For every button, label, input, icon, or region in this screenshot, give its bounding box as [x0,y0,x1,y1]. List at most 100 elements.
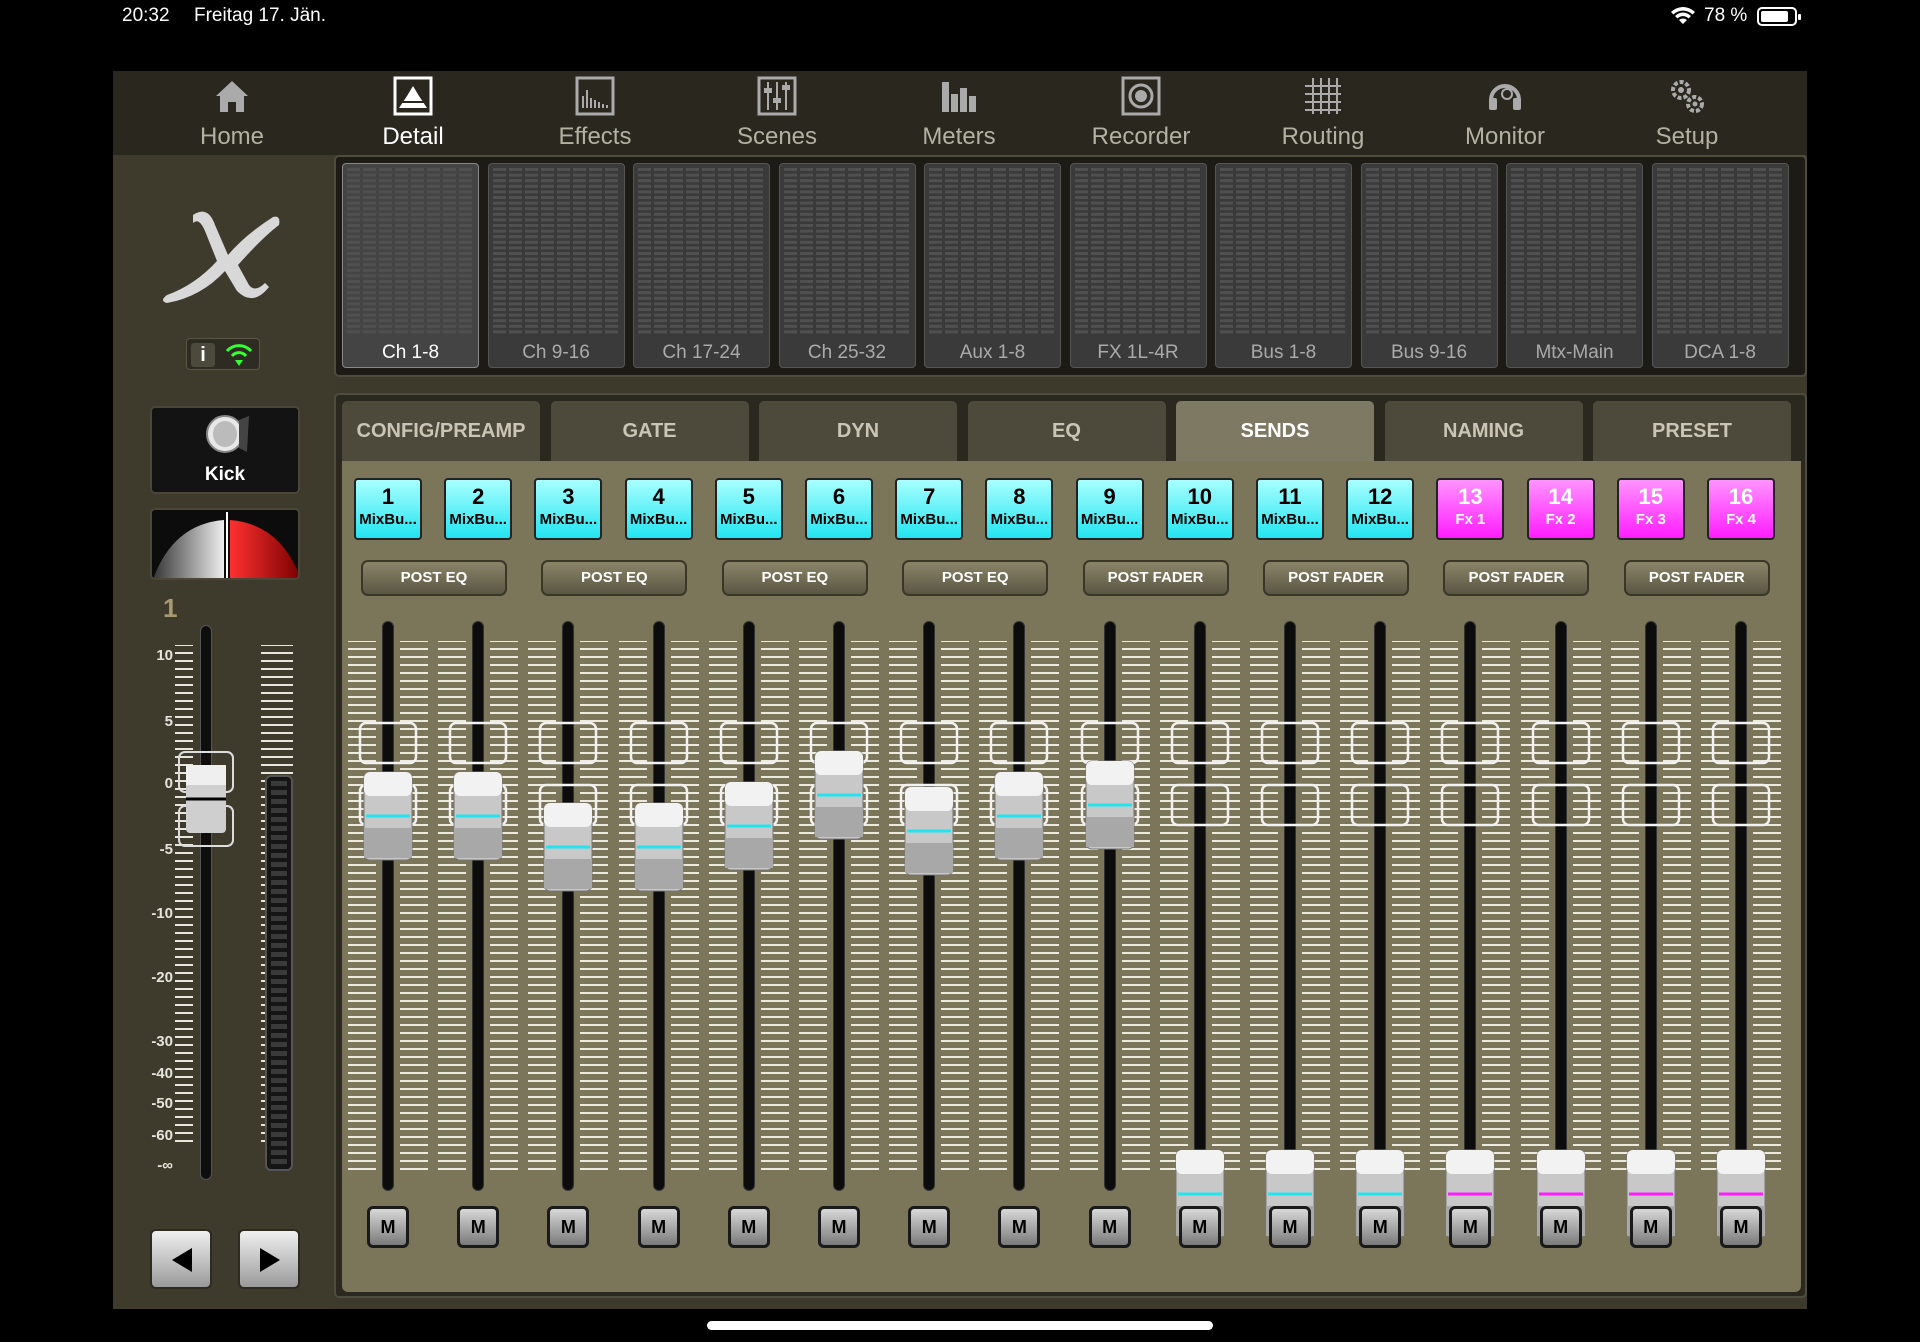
mute-button[interactable]: M [1178,1206,1221,1248]
send-button[interactable]: 4 MixBu... [624,478,693,540]
tap-point-button[interactable]: POST FADER [1263,560,1409,596]
tab-eq[interactable]: EQ [967,401,1166,461]
send-fader[interactable] [1159,621,1240,1239]
bank-button[interactable]: Bus 1-8 [1215,163,1352,368]
tap-point-button[interactable]: POST FADER [1623,560,1770,596]
send-fader-knob[interactable] [358,768,418,864]
bank-button[interactable]: Bus 9-16 [1360,163,1498,368]
bank-button[interactable]: Aux 1-8 [924,163,1061,368]
send-button[interactable]: 2 MixBu... [444,478,513,540]
send-button[interactable]: 12 MixBu... [1346,478,1415,540]
info-icon[interactable]: i [191,343,215,367]
nav-effects[interactable]: Effects [520,71,670,155]
nav-home[interactable]: Home [157,71,307,155]
send-fader[interactable] [1250,621,1330,1239]
send-fader-knob[interactable] [538,799,598,895]
tap-point-button[interactable]: POST FADER [1082,560,1229,596]
channel-icon-button[interactable]: Kick [150,406,300,494]
mute-button[interactable]: M [1359,1206,1402,1248]
send-fader[interactable] [1520,621,1601,1239]
send-fader[interactable] [979,621,1060,1191]
nav-recorder[interactable]: Recorder [1066,71,1216,155]
main-channel-fader[interactable]: 10 5 0 -5 -10 -20 -30 -40 -50 -60 -∞ [143,615,318,1180]
send-button[interactable]: 9 MixBu... [1075,478,1144,540]
home-indicator[interactable] [707,1321,1213,1330]
send-button[interactable]: 14 Fx 2 [1526,478,1595,540]
pan-display[interactable] [150,508,300,580]
prev-channel-button[interactable] [150,1229,212,1289]
tap-point-button[interactable]: POST EQ [361,560,507,596]
send-button[interactable]: 11 MixBu... [1256,478,1324,540]
mute-button[interactable]: M [1269,1206,1311,1248]
tap-point-button[interactable]: POST EQ [721,560,868,596]
nav-routing[interactable]: Routing [1248,71,1398,155]
bank-button[interactable]: Ch 17-24 [633,163,770,368]
send-button[interactable]: 1 MixBu... [354,478,422,540]
tab-dyn[interactable]: DYN [759,401,957,461]
nav-setup[interactable]: Setup [1612,71,1762,155]
send-fader-knob[interactable] [899,783,959,879]
mute-button[interactable]: M [367,1206,409,1248]
send-fader[interactable] [528,621,609,1191]
send-button[interactable]: 5 MixBu... [714,478,783,540]
bank-button[interactable]: Ch 25-32 [778,163,916,368]
tap-point-button[interactable]: POST FADER [1443,560,1590,596]
send-fader[interactable] [799,621,879,1191]
mute-button[interactable]: M [457,1206,500,1248]
mute-button[interactable]: M [547,1206,590,1248]
mute-button[interactable]: M [908,1206,951,1248]
tab-config-preamp[interactable]: CONFIG/PREAMP [342,401,540,461]
send-button[interactable]: 16 Fx 4 [1707,478,1775,540]
tab-naming[interactable]: NAMING [1384,401,1583,461]
send-fader[interactable] [438,621,519,1191]
info-wifi-box[interactable]: i [186,338,260,370]
send-button[interactable]: 3 MixBu... [534,478,603,540]
send-fader[interactable] [348,621,428,1191]
tab-sends[interactable]: SENDS [1176,401,1374,461]
send-fader[interactable] [889,621,970,1191]
tab-preset[interactable]: PRESET [1593,401,1791,461]
nav-scenes[interactable]: Scenes [702,71,852,155]
mute-button[interactable]: M [1629,1206,1672,1248]
send-button[interactable]: 13 Fx 1 [1436,478,1505,540]
send-fader[interactable] [708,621,789,1191]
bank-button[interactable]: Ch 9-16 [487,163,625,368]
mute-button[interactable]: M [998,1206,1041,1248]
send-fader-knob[interactable] [719,778,779,874]
mute-button[interactable]: M [1449,1206,1492,1248]
bank-button[interactable]: DCA 1-8 [1651,163,1789,368]
nav-meters[interactable]: Meters [884,71,1034,155]
send-button[interactable]: 6 MixBu... [805,478,873,540]
send-fader[interactable] [1069,621,1150,1191]
bank-button[interactable]: FX 1L-4R [1069,163,1207,368]
nav-detail[interactable]: Detail [338,71,488,155]
mute-button[interactable]: M [637,1206,680,1248]
send-fader-knob[interactable] [809,747,869,843]
next-channel-button[interactable] [238,1229,300,1289]
tab-gate[interactable]: GATE [550,401,749,461]
send-fader[interactable] [1340,621,1421,1239]
send-fader[interactable] [1701,621,1781,1239]
tap-point-button[interactable]: POST EQ [902,560,1049,596]
send-button[interactable]: 8 MixBu... [985,478,1054,540]
mute-button[interactable]: M [1539,1206,1582,1248]
bank-button[interactable]: Ch 1-8 [342,163,479,368]
nav-monitor[interactable]: Monitor [1430,71,1580,155]
tap-point-button[interactable]: POST EQ [541,560,688,596]
send-button[interactable]: 10 MixBu... [1165,478,1234,540]
mute-button[interactable]: M [818,1206,860,1248]
send-fader[interactable] [1430,621,1511,1239]
send-button[interactable]: 7 MixBu... [895,478,964,540]
mute-button[interactable]: M [1088,1206,1131,1248]
mute-button[interactable]: M [1720,1206,1762,1248]
send-fader-knob[interactable] [1080,757,1140,853]
send-fader[interactable] [1610,621,1691,1239]
mute-button[interactable]: M [727,1206,770,1248]
send-fader-knob[interactable] [629,799,689,895]
fader-knob[interactable] [178,751,234,847]
send-fader-knob[interactable] [989,768,1049,864]
send-button[interactable]: 15 Fx 3 [1616,478,1685,540]
send-fader[interactable] [618,621,699,1191]
bank-button[interactable]: Mtx-Main [1506,163,1643,368]
send-fader-knob[interactable] [448,768,508,864]
